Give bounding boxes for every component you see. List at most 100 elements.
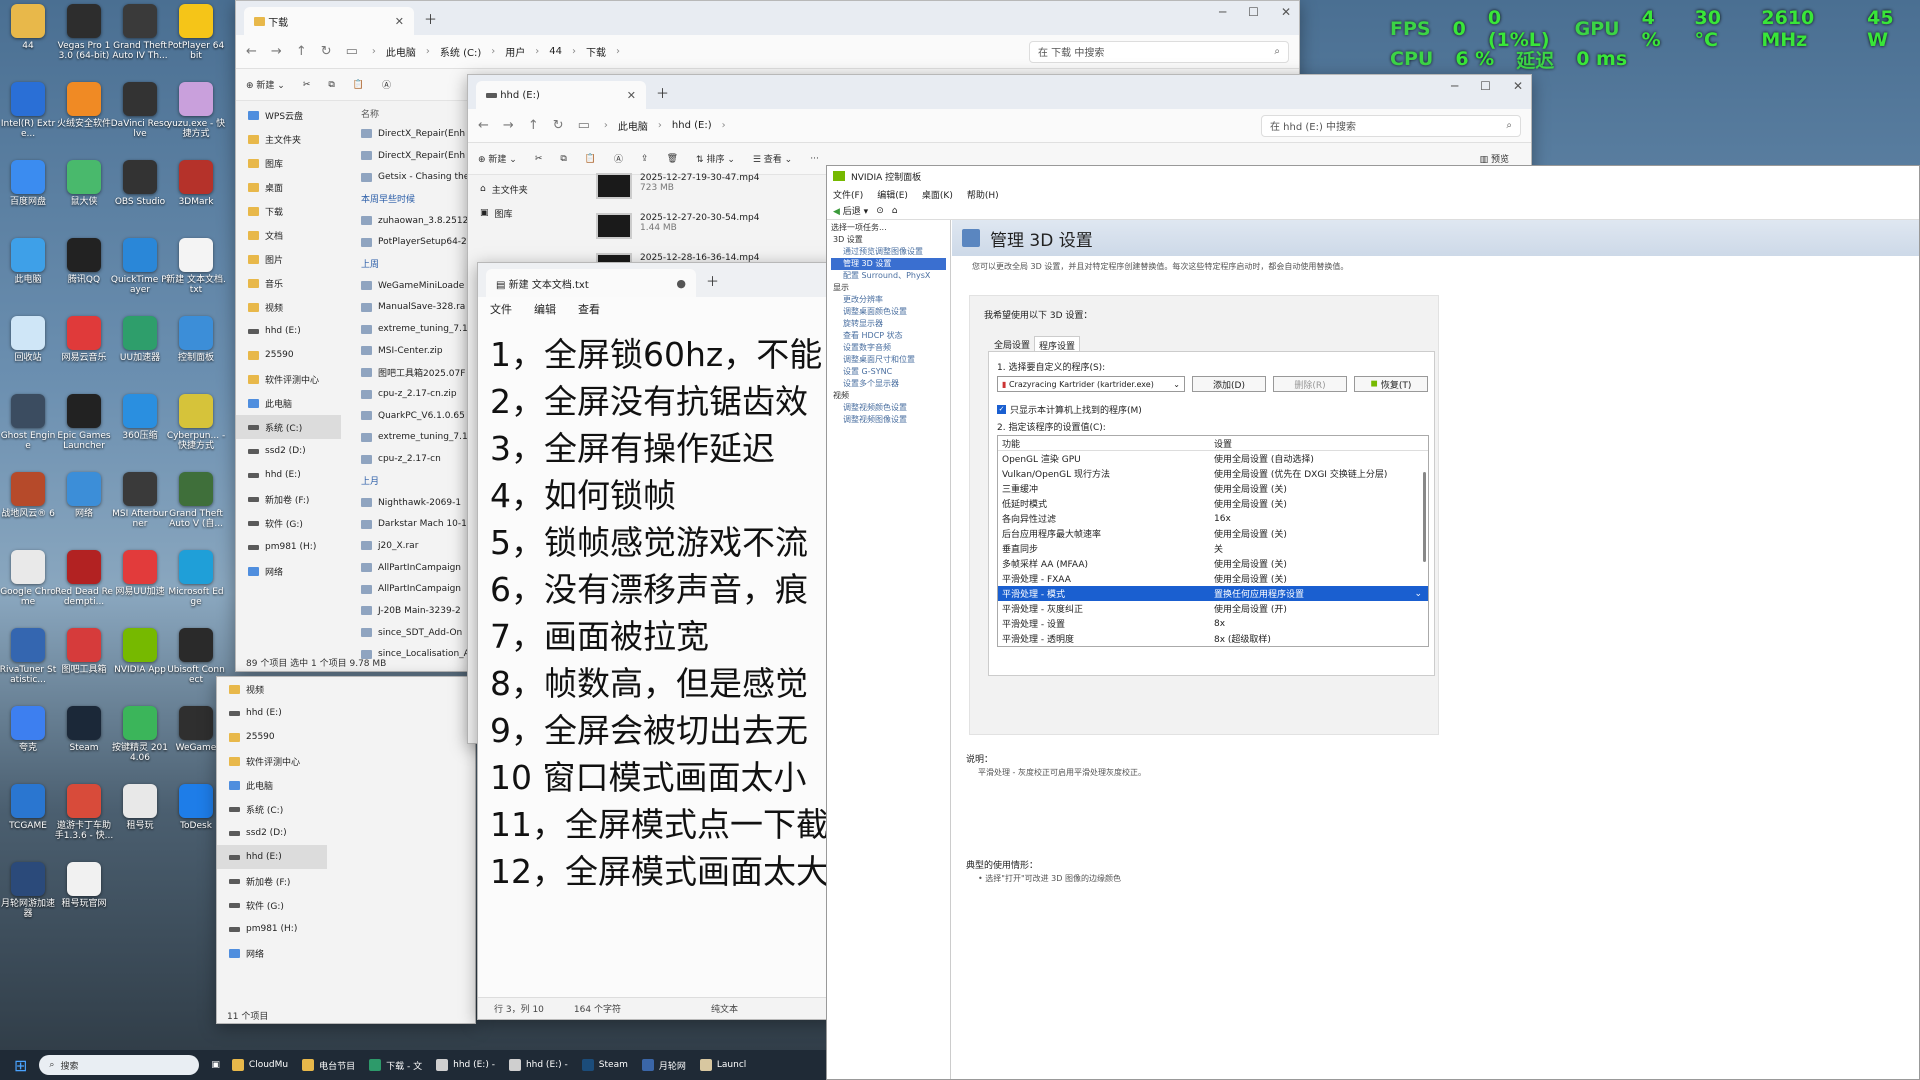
nav-item[interactable]: 音乐 <box>236 271 341 295</box>
desktop-icon[interactable]: 按键精灵 2014.06 <box>112 706 168 776</box>
desktop-icon[interactable]: yuzu.exe - 快捷方式 <box>167 82 225 152</box>
close-tab-icon[interactable]: ✕ <box>627 89 636 102</box>
desktop-icon[interactable]: 战地风云® 6 <box>0 472 56 542</box>
paste-icon[interactable]: 📋 <box>353 80 364 90</box>
nav-item[interactable]: hhd (E:) <box>236 463 341 487</box>
desktop-icon[interactable]: 腾讯QQ <box>56 238 112 308</box>
tree-task-link[interactable]: 通过预览调整图像设置 <box>831 246 946 258</box>
rename-icon[interactable]: Ⓐ <box>614 152 623 165</box>
up-button[interactable]: ↑ <box>528 118 539 133</box>
close-tab-icon[interactable]: ✕ <box>395 15 404 28</box>
desktop-icon[interactable]: Microsoft Edge <box>168 550 224 620</box>
tree-task-link[interactable]: 调整视频图像设置 <box>831 414 946 426</box>
table-row[interactable]: 平滑处理 - 设置 8x <box>998 616 1428 631</box>
nav-item[interactable]: 文档 <box>236 223 341 247</box>
breadcrumb[interactable]: › 此电脑 › hhd (E:) › <box>604 118 1247 133</box>
nav-item[interactable]: 25590 <box>236 343 341 367</box>
table-row[interactable]: 三重缓冲 使用全局设置 (关) <box>998 481 1428 496</box>
text-editor[interactable]: 1，全屏锁60hz，不能 2，全屏没有抗锯齿效 3，全屏有操作延迟 4，如何锁帧 5，锁… <box>478 321 836 1001</box>
table-row[interactable]: 各向异性过滤 16x <box>998 511 1428 526</box>
desktop-icon[interactable]: Steam <box>56 706 112 776</box>
desktop-icon[interactable]: RivaTuner Statistic... <box>0 628 56 698</box>
desktop-icon[interactable]: MSI Afterburner <box>112 472 168 542</box>
taskbar-app[interactable]: 月轮网 <box>641 1059 686 1072</box>
nav-item[interactable]: 图片 <box>236 247 341 271</box>
desktop-icon[interactable]: 租号玩 <box>112 784 168 854</box>
program-select[interactable]: ▮ Crazyracing Kartrider (kartrider.exe) … <box>997 376 1185 392</box>
tree-task-link[interactable]: 调整桌面颜色设置 <box>831 306 946 318</box>
minimize-button[interactable]: ─ <box>1219 5 1226 19</box>
back-button[interactable]: ← <box>478 118 489 133</box>
nav-item[interactable]: 软件 (G:) <box>217 893 327 917</box>
nav-item[interactable]: 图库 <box>236 151 341 175</box>
desktop-icon[interactable]: TCGAME <box>0 784 56 854</box>
taskbar-app[interactable]: CloudMu <box>231 1059 288 1072</box>
preview-button[interactable]: ▥ 预览 <box>1480 152 1509 165</box>
breadcrumb-item[interactable]: 44 <box>549 46 562 57</box>
back-button[interactable]: ← <box>246 44 257 59</box>
share-icon[interactable]: ⇪ <box>641 154 649 164</box>
nav-item[interactable]: hhd (E:) <box>217 845 327 869</box>
tree-task-link[interactable]: 调整桌面尺寸和位置 <box>831 354 946 366</box>
nav-item[interactable]: ssd2 (D:) <box>236 439 341 463</box>
desktop-icon[interactable]: 鼠大侠 <box>56 160 112 230</box>
nav-item[interactable]: 系统 (C:) <box>217 797 327 821</box>
desktop-icon[interactable]: 此电脑 <box>0 238 56 308</box>
sort-button[interactable]: ⇅ 排序 ⌄ <box>696 152 735 165</box>
search-input[interactable]: 在 下载 中搜索 ⌕ <box>1029 40 1289 63</box>
nav-item[interactable]: ⌂ 主文件夹 <box>468 177 573 201</box>
desktop-icon[interactable]: 回收站 <box>0 316 56 386</box>
table-row[interactable]: 垂直同步 关 <box>998 541 1428 556</box>
maximize-button[interactable]: ☐ <box>1248 5 1259 19</box>
breadcrumb-item[interactable]: 下载 <box>586 44 606 59</box>
paste-icon[interactable]: 📋 <box>585 154 596 164</box>
forward-button[interactable]: → <box>271 44 282 59</box>
menu-item[interactable]: 文件(F) <box>833 188 863 201</box>
more-icon[interactable]: ··· <box>810 154 819 164</box>
nav-item[interactable]: 网络 <box>217 941 327 965</box>
desktop-icon[interactable]: 遨游卡丁车助手1.3.6 - 快... <box>55 784 113 854</box>
nav-item[interactable]: 视频 <box>217 677 327 701</box>
table-row[interactable]: 多帧采样 AA (MFAA) 使用全局设置 (关) <box>998 556 1428 571</box>
nav-item[interactable]: 桌面 <box>236 175 341 199</box>
table-row[interactable]: 平滑处理 - 灰度纠正 使用全局设置 (开) <box>998 601 1428 616</box>
delete-icon[interactable]: 🗑 <box>667 154 678 164</box>
table-row[interactable]: Vulkan/OpenGL 现行方法 使用全局设置 (优先在 DXGI 交换链上分… <box>998 466 1428 481</box>
tab-notepad-file[interactable]: ▤ 新建 文本文档.txt ● <box>486 269 696 297</box>
table-row[interactable]: 低延时模式 使用全局设置 (关) <box>998 496 1428 511</box>
tree-task-link[interactable]: 管理 3D 设置 <box>831 258 946 270</box>
breadcrumb-item[interactable]: hhd (E:) <box>672 120 712 131</box>
chevron-down-icon[interactable]: ⌄ <box>1414 589 1428 599</box>
desktop-icon[interactable]: 火绒安全软件 <box>56 82 112 152</box>
new-tab-button[interactable]: ＋ <box>656 83 669 102</box>
task-view-icon[interactable]: ▣ <box>211 1060 220 1070</box>
tree-task-link[interactable]: 设置多个显示器 <box>831 378 946 390</box>
tab-hhd[interactable]: hhd (E:) ✕ <box>476 81 646 109</box>
table-scrollbar[interactable] <box>1423 472 1426 562</box>
refresh-button[interactable]: ↻ <box>553 118 564 133</box>
table-row[interactable]: OpenGL 渲染 GPU 使用全局设置 (自动选择) <box>998 451 1428 466</box>
forward-icon[interactable]: ⊙ <box>876 206 884 216</box>
desktop-icon[interactable]: NVIDIA App <box>112 628 168 698</box>
remove-program-button[interactable]: 删除(R) <box>1273 376 1347 392</box>
desktop-icon[interactable]: Grand Theft Auto V (自... <box>168 472 224 542</box>
desktop-icon[interactable]: 百度网盘 <box>0 160 56 230</box>
taskbar-app[interactable]: Steam <box>581 1059 628 1072</box>
nav-item[interactable]: ssd2 (D:) <box>217 821 327 845</box>
desktop-icon[interactable]: PotPlayer 64 bit <box>168 4 224 74</box>
desktop-icon[interactable]: Ghost Engine <box>0 394 56 464</box>
nav-item[interactable]: hhd (E:) <box>217 701 327 725</box>
taskbar-app[interactable]: 电台节目 <box>302 1059 355 1072</box>
breadcrumb[interactable]: › 此电脑 › 系统 (C:) › 用户 › 44 › 下载 › <box>372 44 1015 59</box>
nav-item[interactable]: 25590 <box>217 725 327 749</box>
copy-icon[interactable]: ⧉ <box>560 154 566 164</box>
close-button[interactable]: ✕ <box>1281 5 1291 19</box>
nav-item[interactable]: 软件评测中心 <box>217 749 327 773</box>
forward-button[interactable]: → <box>503 118 514 133</box>
desktop-icon[interactable]: 360压缩 <box>112 394 168 464</box>
tree-task-link[interactable]: 配置 Surround、PhysX <box>831 270 946 282</box>
cut-icon[interactable]: ✂ <box>303 80 311 90</box>
tree-task-link[interactable]: 调整视频颜色设置 <box>831 402 946 414</box>
menu-item[interactable]: 编辑 <box>534 301 556 317</box>
start-button[interactable]: ⊞ <box>14 1056 27 1075</box>
